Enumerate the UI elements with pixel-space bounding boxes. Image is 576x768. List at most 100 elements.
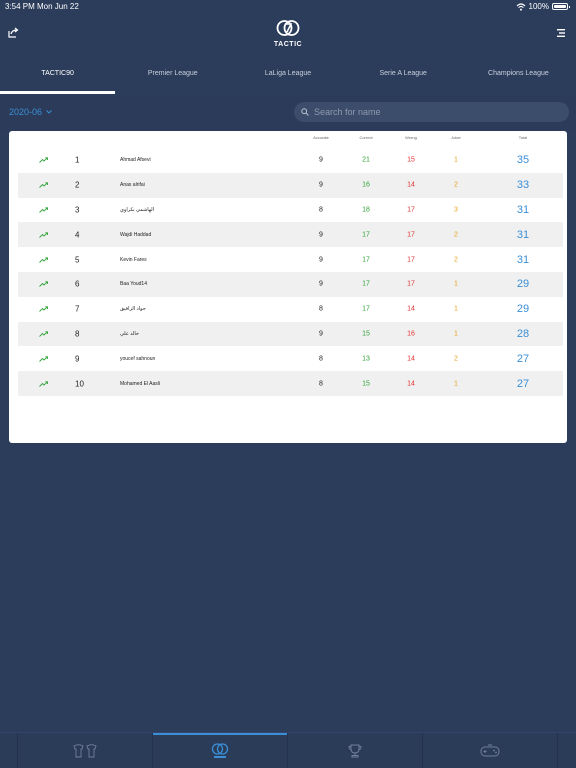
- row-wrong: 17: [407, 206, 415, 214]
- tab-serie-a-league[interactable]: Serie A League: [346, 58, 461, 94]
- top-bar: TACTIC: [0, 14, 576, 58]
- leaderboard-card: Accurate Correct Wrong Joker Total 1 Ahm…: [9, 131, 567, 443]
- row-correct: 21: [362, 156, 370, 164]
- row-total: 27: [516, 377, 530, 390]
- row-joker: 1: [454, 305, 458, 313]
- search-input[interactable]: [314, 107, 544, 117]
- row-accurate: 9: [319, 256, 323, 264]
- row-wrong: 16: [407, 330, 415, 338]
- table-row[interactable]: 5 Kevin Fares 9 17 17 2 31: [18, 247, 563, 272]
- trend-up-icon: [39, 281, 48, 288]
- row-total: 31: [516, 203, 530, 216]
- row-joker: 1: [454, 380, 458, 388]
- header-wrong: Wrong: [405, 135, 417, 140]
- trend-up-icon: [39, 232, 48, 238]
- table-row[interactable]: 1 Ahmad Afsevi 9 21 15 1 35: [18, 148, 563, 173]
- row-rank: 1: [75, 155, 80, 165]
- tab-tactic90[interactable]: TACTIC90: [0, 58, 116, 94]
- search-box[interactable]: [294, 102, 569, 122]
- row-rank: 10: [75, 379, 84, 389]
- bottom-nav-controller[interactable]: [423, 733, 558, 768]
- trend-up-icon: [39, 356, 48, 362]
- chevron-down-icon: [46, 110, 52, 114]
- search-icon: [301, 108, 309, 116]
- row-correct: 16: [362, 181, 370, 189]
- row-rank: 3: [75, 205, 80, 215]
- row-joker: 3: [454, 206, 458, 214]
- controller-icon: [480, 744, 500, 757]
- table-row[interactable]: 6 Baa Youd14 9 17 17 1 29: [18, 271, 563, 297]
- trend-up-icon: [39, 256, 48, 263]
- row-rank: 7: [75, 304, 80, 314]
- row-player-name: Mohamed El Aasli: [120, 380, 161, 387]
- month-selector[interactable]: 2020-06: [9, 107, 52, 117]
- table-row[interactable]: 4 Wajdi Haddad 9 17 17 2 31: [18, 222, 563, 248]
- table-row[interactable]: 9 youcef sahnoun 8 13 14 2 27: [18, 346, 563, 371]
- row-accurate: 8: [319, 305, 323, 313]
- bottom-nav: [0, 732, 576, 768]
- row-total: 29: [516, 278, 530, 291]
- table-row[interactable]: 8 خالد علي 9 15 16 1 28: [18, 321, 563, 347]
- row-total: 31: [516, 228, 530, 241]
- status-bar: 3:54 PM Mon Jun 22 100%: [0, 0, 576, 14]
- row-accurate: 9: [319, 231, 323, 239]
- row-accurate: 9: [319, 156, 323, 164]
- bottom-nav-jerseys[interactable]: [18, 733, 153, 768]
- trend-up-icon: [39, 157, 48, 164]
- row-correct: 15: [362, 330, 370, 338]
- league-tabs: TACTIC90 Premier League LaLiga League Se…: [0, 58, 576, 94]
- row-joker: 2: [454, 181, 458, 189]
- tab-premier-league[interactable]: Premier League: [115, 58, 230, 94]
- row-joker: 2: [454, 355, 458, 363]
- bottom-nav-tactic[interactable]: [153, 733, 288, 768]
- table-header: Accurate Correct Wrong Joker Total: [9, 135, 567, 147]
- row-total: 27: [516, 352, 530, 365]
- row-accurate: 8: [319, 206, 323, 214]
- row-total: 29: [516, 303, 530, 316]
- share-icon[interactable]: [7, 27, 19, 39]
- row-player-name: Baa Youd14: [120, 281, 147, 288]
- bottom-nav-trophy[interactable]: [288, 733, 423, 768]
- row-wrong: 14: [407, 380, 415, 388]
- wifi-icon: [516, 2, 525, 11]
- row-player-name: Anas alrifai: [120, 182, 145, 189]
- battery-icon: [552, 3, 570, 10]
- table-row[interactable]: 2 Anas alrifai 9 16 14 2 33: [18, 172, 563, 198]
- row-correct: 17: [362, 305, 370, 313]
- month-value: 2020-06: [9, 107, 43, 117]
- row-total: 31: [516, 253, 530, 266]
- row-wrong: 17: [407, 280, 415, 288]
- status-indicators: 100%: [516, 2, 570, 11]
- row-rank: 9: [75, 354, 80, 364]
- jerseys-icon: [73, 744, 97, 758]
- tab-laliga-league[interactable]: LaLiga League: [230, 58, 345, 94]
- row-joker: 1: [454, 330, 458, 338]
- row-player-name: Ahmad Afsevi: [120, 157, 151, 164]
- row-player-name: youcef sahnoun: [120, 355, 156, 362]
- table-row[interactable]: 10 Mohamed El Aasli 8 15 14 1 27: [18, 371, 563, 396]
- tactic-logo-icon: [276, 20, 300, 36]
- trend-up-icon: [39, 380, 48, 387]
- tab-champions-league[interactable]: Champions League: [461, 58, 576, 94]
- row-rank: 2: [75, 180, 80, 190]
- table-row[interactable]: 7 جواد الزافيق 8 17 14 1 29: [18, 297, 563, 322]
- trophy-icon: [348, 744, 362, 758]
- status-time: 3:54 PM: [5, 2, 35, 11]
- row-accurate: 8: [319, 380, 323, 388]
- row-total: 28: [516, 327, 530, 340]
- row-correct: 17: [362, 231, 370, 239]
- row-player-name: جواد الزافيق: [120, 306, 146, 313]
- row-wrong: 17: [407, 231, 415, 239]
- menu-icon[interactable]: [556, 28, 566, 38]
- row-wrong: 14: [407, 181, 415, 189]
- row-total: 35: [516, 154, 530, 167]
- row-joker: 2: [454, 256, 458, 264]
- row-player-name: خالد علي: [120, 330, 139, 337]
- trend-up-icon: [39, 331, 48, 337]
- bottom-nav-spacer-left: [0, 733, 18, 768]
- row-accurate: 9: [319, 181, 323, 189]
- table-row[interactable]: 3 الهاشمي بكراوي 8 18 17 3 31: [18, 198, 563, 223]
- app-logo: TACTIC: [273, 18, 303, 52]
- battery-percent: 100%: [528, 2, 549, 11]
- row-joker: 1: [454, 156, 458, 164]
